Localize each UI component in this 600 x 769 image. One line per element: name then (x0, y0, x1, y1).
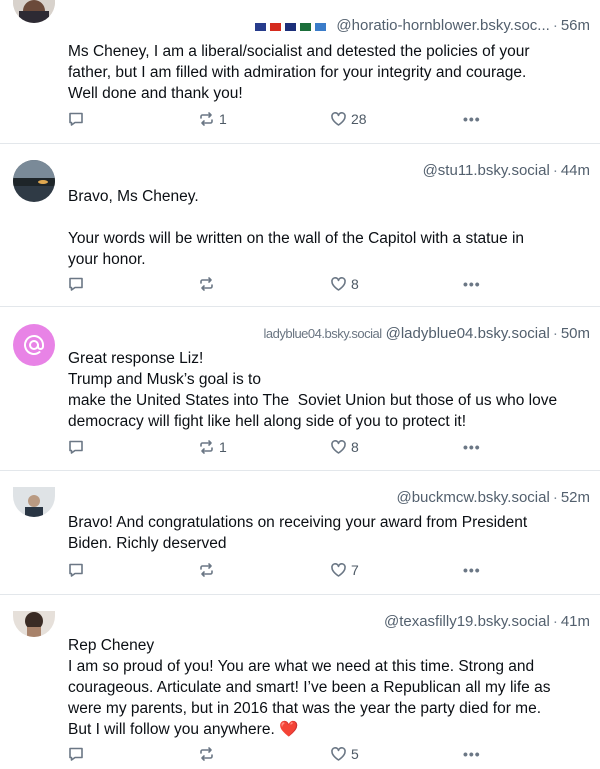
repost-button[interactable]: 1 (198, 109, 227, 129)
like-icon (331, 562, 346, 577)
like-count: 8 (351, 276, 359, 292)
author-handle[interactable]: @ladyblue04.bsky.social (386, 325, 550, 342)
reply-post[interactable]: @texasfilly19.bsky.social · 41m Rep Cheney… (0, 595, 600, 769)
reply-icon (69, 440, 83, 454)
post-header: @texasfilly19.bsky.social · 41m (383, 613, 590, 630)
avatar[interactable] (13, 0, 55, 23)
repost-icon (200, 747, 213, 761)
repost-icon (200, 277, 213, 291)
post-actions: 7 ••• (68, 560, 488, 580)
like-count: 8 (351, 439, 359, 455)
more-options-button[interactable]: ••• (463, 744, 481, 764)
post-text: Great response Liz! Trump and Musk’s goa… (68, 350, 558, 430)
like-count: 28 (351, 111, 367, 127)
like-count: 7 (351, 562, 359, 578)
more-options-button[interactable]: ••• (463, 437, 481, 457)
post-actions: 5 ••• (68, 744, 488, 764)
post-actions: 1 8 ••• (68, 437, 488, 457)
post-time[interactable]: 41m (561, 613, 590, 630)
like-icon (331, 276, 346, 291)
avatar[interactable] (13, 611, 55, 637)
post-actions: 1 28 ••• (68, 109, 488, 129)
reply-feed: @horatio-hornblower.bsky.soc... · 56m Ms C… (0, 0, 600, 769)
repost-button[interactable]: 1 (198, 437, 227, 457)
reply-button[interactable] (68, 437, 84, 457)
post-header: @buckmcw.bsky.social · 52m (396, 489, 590, 506)
reply-post[interactable]: @buckmcw.bsky.social · 52m Bravo! And cong… (0, 471, 600, 595)
like-button[interactable]: 7 (330, 560, 359, 580)
more-options-button[interactable]: ••• (463, 560, 481, 580)
like-button[interactable]: 5 (330, 744, 359, 764)
flag-emojis (255, 18, 330, 35)
repost-count: 1 (219, 439, 227, 455)
author-handle[interactable]: @horatio-hornblower.bsky.soc... (336, 17, 549, 34)
reply-post[interactable]: @stu11.bsky.social · 44m Bravo, Ms Cheney.… (0, 144, 600, 307)
author-handle[interactable]: @buckmcw.bsky.social (396, 489, 549, 506)
like-icon (331, 746, 346, 761)
more-options-button[interactable]: ••• (463, 109, 481, 129)
reply-icon (69, 277, 83, 291)
more-icon: ••• (463, 276, 481, 292)
repost-button[interactable] (198, 744, 219, 764)
reply-icon (69, 112, 83, 126)
reply-button[interactable] (68, 109, 84, 129)
repost-button[interactable] (198, 274, 219, 294)
post-time[interactable]: 56m (561, 17, 590, 34)
post-actions: 8 ••• (68, 274, 488, 294)
reply-post[interactable]: ladyblue04.bsky.social @ladyblue04.bsky.s… (0, 307, 600, 471)
at-sign-icon (24, 334, 44, 355)
reply-post[interactable]: @horatio-hornblower.bsky.soc... · 56m Ms C… (0, 0, 600, 144)
more-options-button[interactable]: ••• (463, 274, 481, 294)
reply-button[interactable] (68, 744, 84, 764)
author-display-name[interactable]: ladyblue04.bsky.social (263, 326, 382, 341)
more-icon: ••• (463, 562, 481, 578)
repost-icon (200, 112, 213, 126)
like-button[interactable]: 8 (330, 274, 359, 294)
repost-count: 1 (219, 111, 227, 127)
avatar[interactable] (13, 160, 55, 202)
post-header: @stu11.bsky.social · 44m (422, 162, 590, 179)
post-time[interactable]: 50m (561, 325, 590, 342)
post-header: ladyblue04.bsky.social @ladyblue04.bsky.s… (263, 325, 590, 342)
post-text: Ms Cheney, I am a liberal/socialist and … (68, 43, 530, 102)
like-button[interactable]: 28 (330, 109, 367, 129)
post-time[interactable]: 44m (561, 162, 590, 179)
like-icon (331, 111, 346, 126)
repost-icon (200, 563, 213, 577)
more-icon: ••• (463, 439, 481, 455)
more-icon: ••• (463, 111, 481, 127)
avatar[interactable] (13, 487, 55, 517)
reply-button[interactable] (68, 274, 84, 294)
post-header: @horatio-hornblower.bsky.soc... · 56m (255, 17, 590, 35)
post-text: Bravo, Ms Cheney. Your words will be wri… (68, 188, 525, 268)
post-time[interactable]: 52m (561, 489, 590, 506)
more-icon: ••• (463, 746, 481, 762)
post-text: Bravo! And congratulations on receiving … (68, 514, 528, 552)
reply-button[interactable] (68, 560, 84, 580)
author-handle[interactable]: @texasfilly19.bsky.social (384, 613, 550, 630)
reply-icon (69, 747, 83, 761)
reply-icon (69, 563, 83, 577)
author-handle[interactable]: @stu11.bsky.social (423, 162, 550, 179)
repost-icon (200, 440, 213, 454)
like-icon (331, 439, 346, 454)
post-text: Rep Cheney I am so proud of you! You are… (68, 637, 551, 738)
like-count: 5 (351, 746, 359, 762)
like-button[interactable]: 8 (330, 437, 359, 457)
avatar[interactable] (13, 324, 55, 366)
repost-button[interactable] (198, 560, 219, 580)
